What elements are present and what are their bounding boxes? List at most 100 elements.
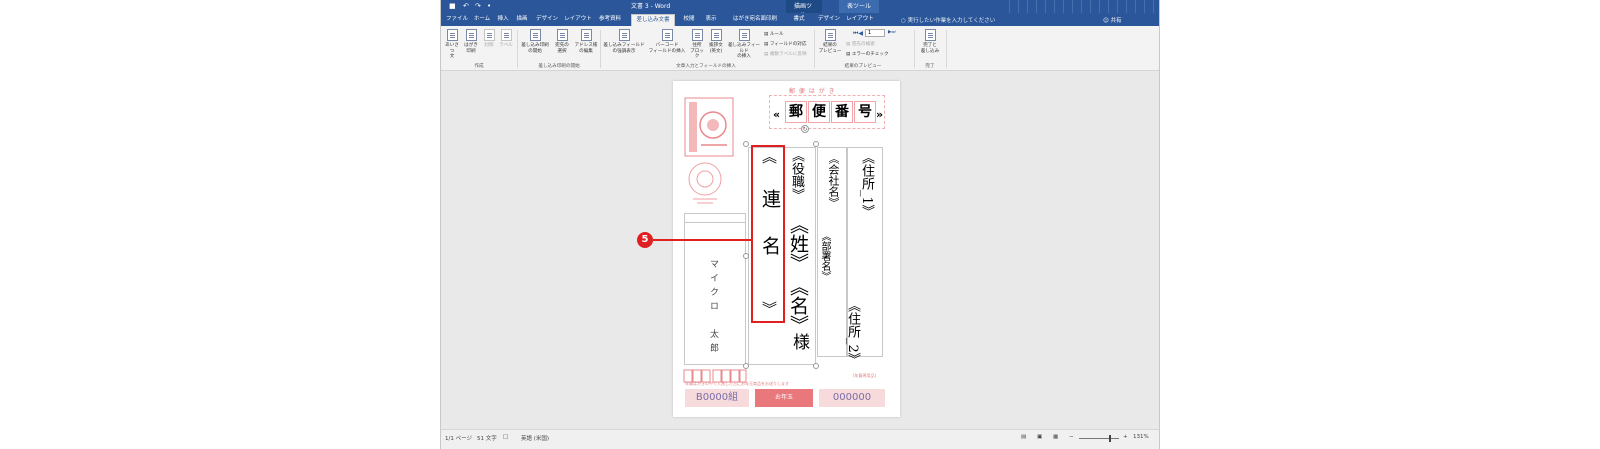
address-block-button[interactable]: 住所 ブロック bbox=[688, 29, 706, 60]
greeting-line-icon bbox=[710, 29, 722, 41]
start-merge-label: 差し込み印刷 の開始 bbox=[521, 43, 549, 54]
zip-close-mark: » bbox=[876, 108, 884, 121]
preview-icon bbox=[824, 29, 836, 41]
prev-record-icon[interactable]: ◀ bbox=[858, 30, 863, 37]
postcard-header: 郵 便 は が き bbox=[789, 88, 836, 95]
web-layout-icon[interactable]: ▦ bbox=[1053, 434, 1058, 440]
mei-field: 《名》 bbox=[787, 277, 809, 334]
greeting-line-button[interactable]: 挨拶文 (英文) bbox=[707, 29, 725, 54]
envelope-button[interactable]: 封筒 bbox=[481, 29, 497, 49]
tab-design[interactable]: デザイン bbox=[535, 14, 559, 26]
context-tab-drawing-tools: 描画ツール bbox=[786, 0, 822, 19]
greeting-button[interactable]: あいさつ文 bbox=[443, 29, 461, 60]
rules-button[interactable]: ▤ ルール bbox=[764, 31, 784, 37]
hagaki-print-button[interactable]: はがき 印刷 bbox=[462, 29, 480, 54]
tab-layout[interactable]: レイアウト bbox=[564, 14, 592, 26]
zip-char-1: 郵 bbox=[785, 101, 807, 123]
tab-review[interactable]: 校閲 bbox=[681, 14, 697, 26]
check-errors-button[interactable]: ▤ エラーのチェック bbox=[846, 51, 889, 57]
context-tab-table-tools: 表ツール bbox=[839, 0, 879, 13]
undo-icon[interactable]: ↶ bbox=[463, 2, 469, 11]
insert-field-icon bbox=[738, 29, 750, 41]
group-finish-label: 完了 bbox=[925, 64, 935, 69]
sender-zip-frame bbox=[684, 213, 746, 223]
zoom-slider[interactable] bbox=[1079, 438, 1119, 439]
share-label: 共有 bbox=[1110, 18, 1122, 24]
address-block-icon bbox=[691, 29, 703, 41]
renmei-open-mark: 《 bbox=[760, 149, 778, 164]
save-icon[interactable]: ■ bbox=[449, 2, 456, 11]
tab-table-design[interactable]: デザイン bbox=[817, 14, 841, 26]
tab-insert[interactable]: 挿入 bbox=[495, 14, 511, 26]
read-mode-icon[interactable]: ▤ bbox=[1021, 434, 1026, 440]
barcode-field-button[interactable]: バーコード フィールドの挿入 bbox=[647, 29, 687, 54]
edit-list-label: アドレス帳 の編集 bbox=[574, 43, 598, 54]
preview-results-button[interactable]: 結果の プレビュー bbox=[816, 29, 844, 54]
highlight-fields-button[interactable]: 差し込みフィールド の強調表示 bbox=[602, 29, 646, 54]
tab-table-layout[interactable]: レイアウト bbox=[846, 14, 874, 26]
start-merge-button[interactable]: 差し込み印刷 の開始 bbox=[520, 29, 550, 54]
postcard-page[interactable]: 郵 便 は が き « 郵 便 番 号 » 《 連名 》 ↻ 《役職》 《姓》 … bbox=[673, 81, 900, 417]
ribbon-tabs: ファイル ホーム 挿入 描画 デザイン レイアウト 参考資料 差し込み文書 校閲… bbox=[441, 13, 1159, 26]
tell-me-search[interactable]: ○ 実行したい作業を入力してください bbox=[901, 16, 995, 24]
tab-references[interactable]: 参考資料 bbox=[596, 14, 624, 26]
group-create-label: 作成 bbox=[474, 64, 484, 69]
select-recipients-button[interactable]: 宛先の 選択 bbox=[551, 29, 573, 54]
next-record-icon[interactable]: ▶⏭ bbox=[888, 29, 896, 35]
find-recipient-label: 宛先の検索 bbox=[851, 42, 875, 47]
resize-handle[interactable] bbox=[743, 253, 749, 259]
insert-field-button[interactable]: 差し込みフィールド の挿入 bbox=[726, 29, 762, 60]
zoom-level[interactable]: 131% bbox=[1133, 434, 1149, 440]
notice-line: 年賀はがきの中で入賞した方にお年玉商品をお送りします bbox=[685, 381, 789, 386]
recipients-label: 宛先の 選択 bbox=[555, 43, 569, 54]
finish-merge-button[interactable]: 完了と 差し込み bbox=[917, 29, 943, 54]
zoom-out-icon[interactable]: − bbox=[1069, 434, 1074, 440]
proofing-icon[interactable]: □ bbox=[503, 434, 508, 440]
tab-mailings[interactable]: 差し込み文書 bbox=[631, 14, 675, 26]
edit-list-button[interactable]: アドレス帳 の編集 bbox=[574, 29, 598, 54]
start-merge-icon bbox=[529, 29, 541, 41]
postmark-image bbox=[688, 162, 722, 204]
sama-honorific: 様 bbox=[789, 333, 809, 350]
match-fields-button[interactable]: ▤ フィールドの対応 bbox=[764, 41, 806, 47]
share-button[interactable]: ☺ 共有 bbox=[1103, 16, 1122, 24]
tab-file[interactable]: ファイル bbox=[445, 14, 469, 26]
finish-icon bbox=[924, 29, 936, 41]
zoom-in-icon[interactable]: + bbox=[1123, 434, 1128, 440]
word-count[interactable]: 51 文字 bbox=[477, 434, 497, 442]
record-number-input[interactable]: 1 bbox=[865, 29, 885, 37]
tab-hagaki-print[interactable]: はがき宛名面印刷 bbox=[726, 14, 784, 26]
company-field: 《会社名》 bbox=[827, 153, 840, 208]
resize-handle[interactable] bbox=[743, 141, 749, 147]
update-labels-button[interactable]: ▤ 複数ラベルに反映 bbox=[764, 51, 807, 57]
tab-format[interactable]: 書式 bbox=[791, 14, 807, 26]
tab-home[interactable]: ホーム bbox=[471, 14, 493, 26]
recipients-icon bbox=[556, 29, 568, 41]
otoshidama-badge: お年玉 bbox=[755, 389, 813, 407]
tab-view[interactable]: 表示 bbox=[703, 14, 719, 26]
greeting-line-label: 挨拶文 (英文) bbox=[709, 43, 723, 54]
group-fields-label: 文章入力とフィールドの挿入 bbox=[676, 64, 736, 69]
step-callout-badge: 5 bbox=[637, 232, 653, 248]
touch-mode-icon[interactable]: • bbox=[487, 2, 491, 11]
rotate-handle-icon[interactable]: ↻ bbox=[801, 125, 809, 133]
match-fields-label: フィールドの対応 bbox=[769, 42, 807, 47]
renmei-close-mark: 》 bbox=[760, 301, 778, 316]
redo-icon[interactable]: ↷ bbox=[475, 2, 481, 11]
callout-leader-line bbox=[653, 239, 751, 241]
resize-handle[interactable] bbox=[813, 141, 819, 147]
language[interactable]: 英語 (米国) bbox=[521, 434, 549, 442]
resize-handle[interactable] bbox=[813, 363, 819, 369]
status-bar: 1/1 ページ 51 文字 □ 英語 (米国) ▤ ▣ ▦ − + 131% bbox=[441, 429, 1159, 449]
zoom-slider-thumb[interactable] bbox=[1109, 435, 1111, 442]
group-divider bbox=[946, 30, 947, 68]
address-block-label: 住所 ブロック bbox=[690, 43, 704, 59]
finish-label: 完了と 差し込み bbox=[920, 43, 940, 54]
label-button[interactable]: ラベル bbox=[498, 29, 514, 49]
page-count[interactable]: 1/1 ページ bbox=[445, 434, 472, 442]
tab-draw[interactable]: 描画 bbox=[514, 14, 530, 26]
print-layout-icon[interactable]: ▣ bbox=[1037, 434, 1042, 440]
renmei-field: 連名 bbox=[759, 189, 781, 283]
highlight-label: 差し込みフィールド の強調表示 bbox=[603, 43, 645, 54]
find-recipient-button[interactable]: ▤ 宛先の検索 bbox=[846, 41, 875, 47]
